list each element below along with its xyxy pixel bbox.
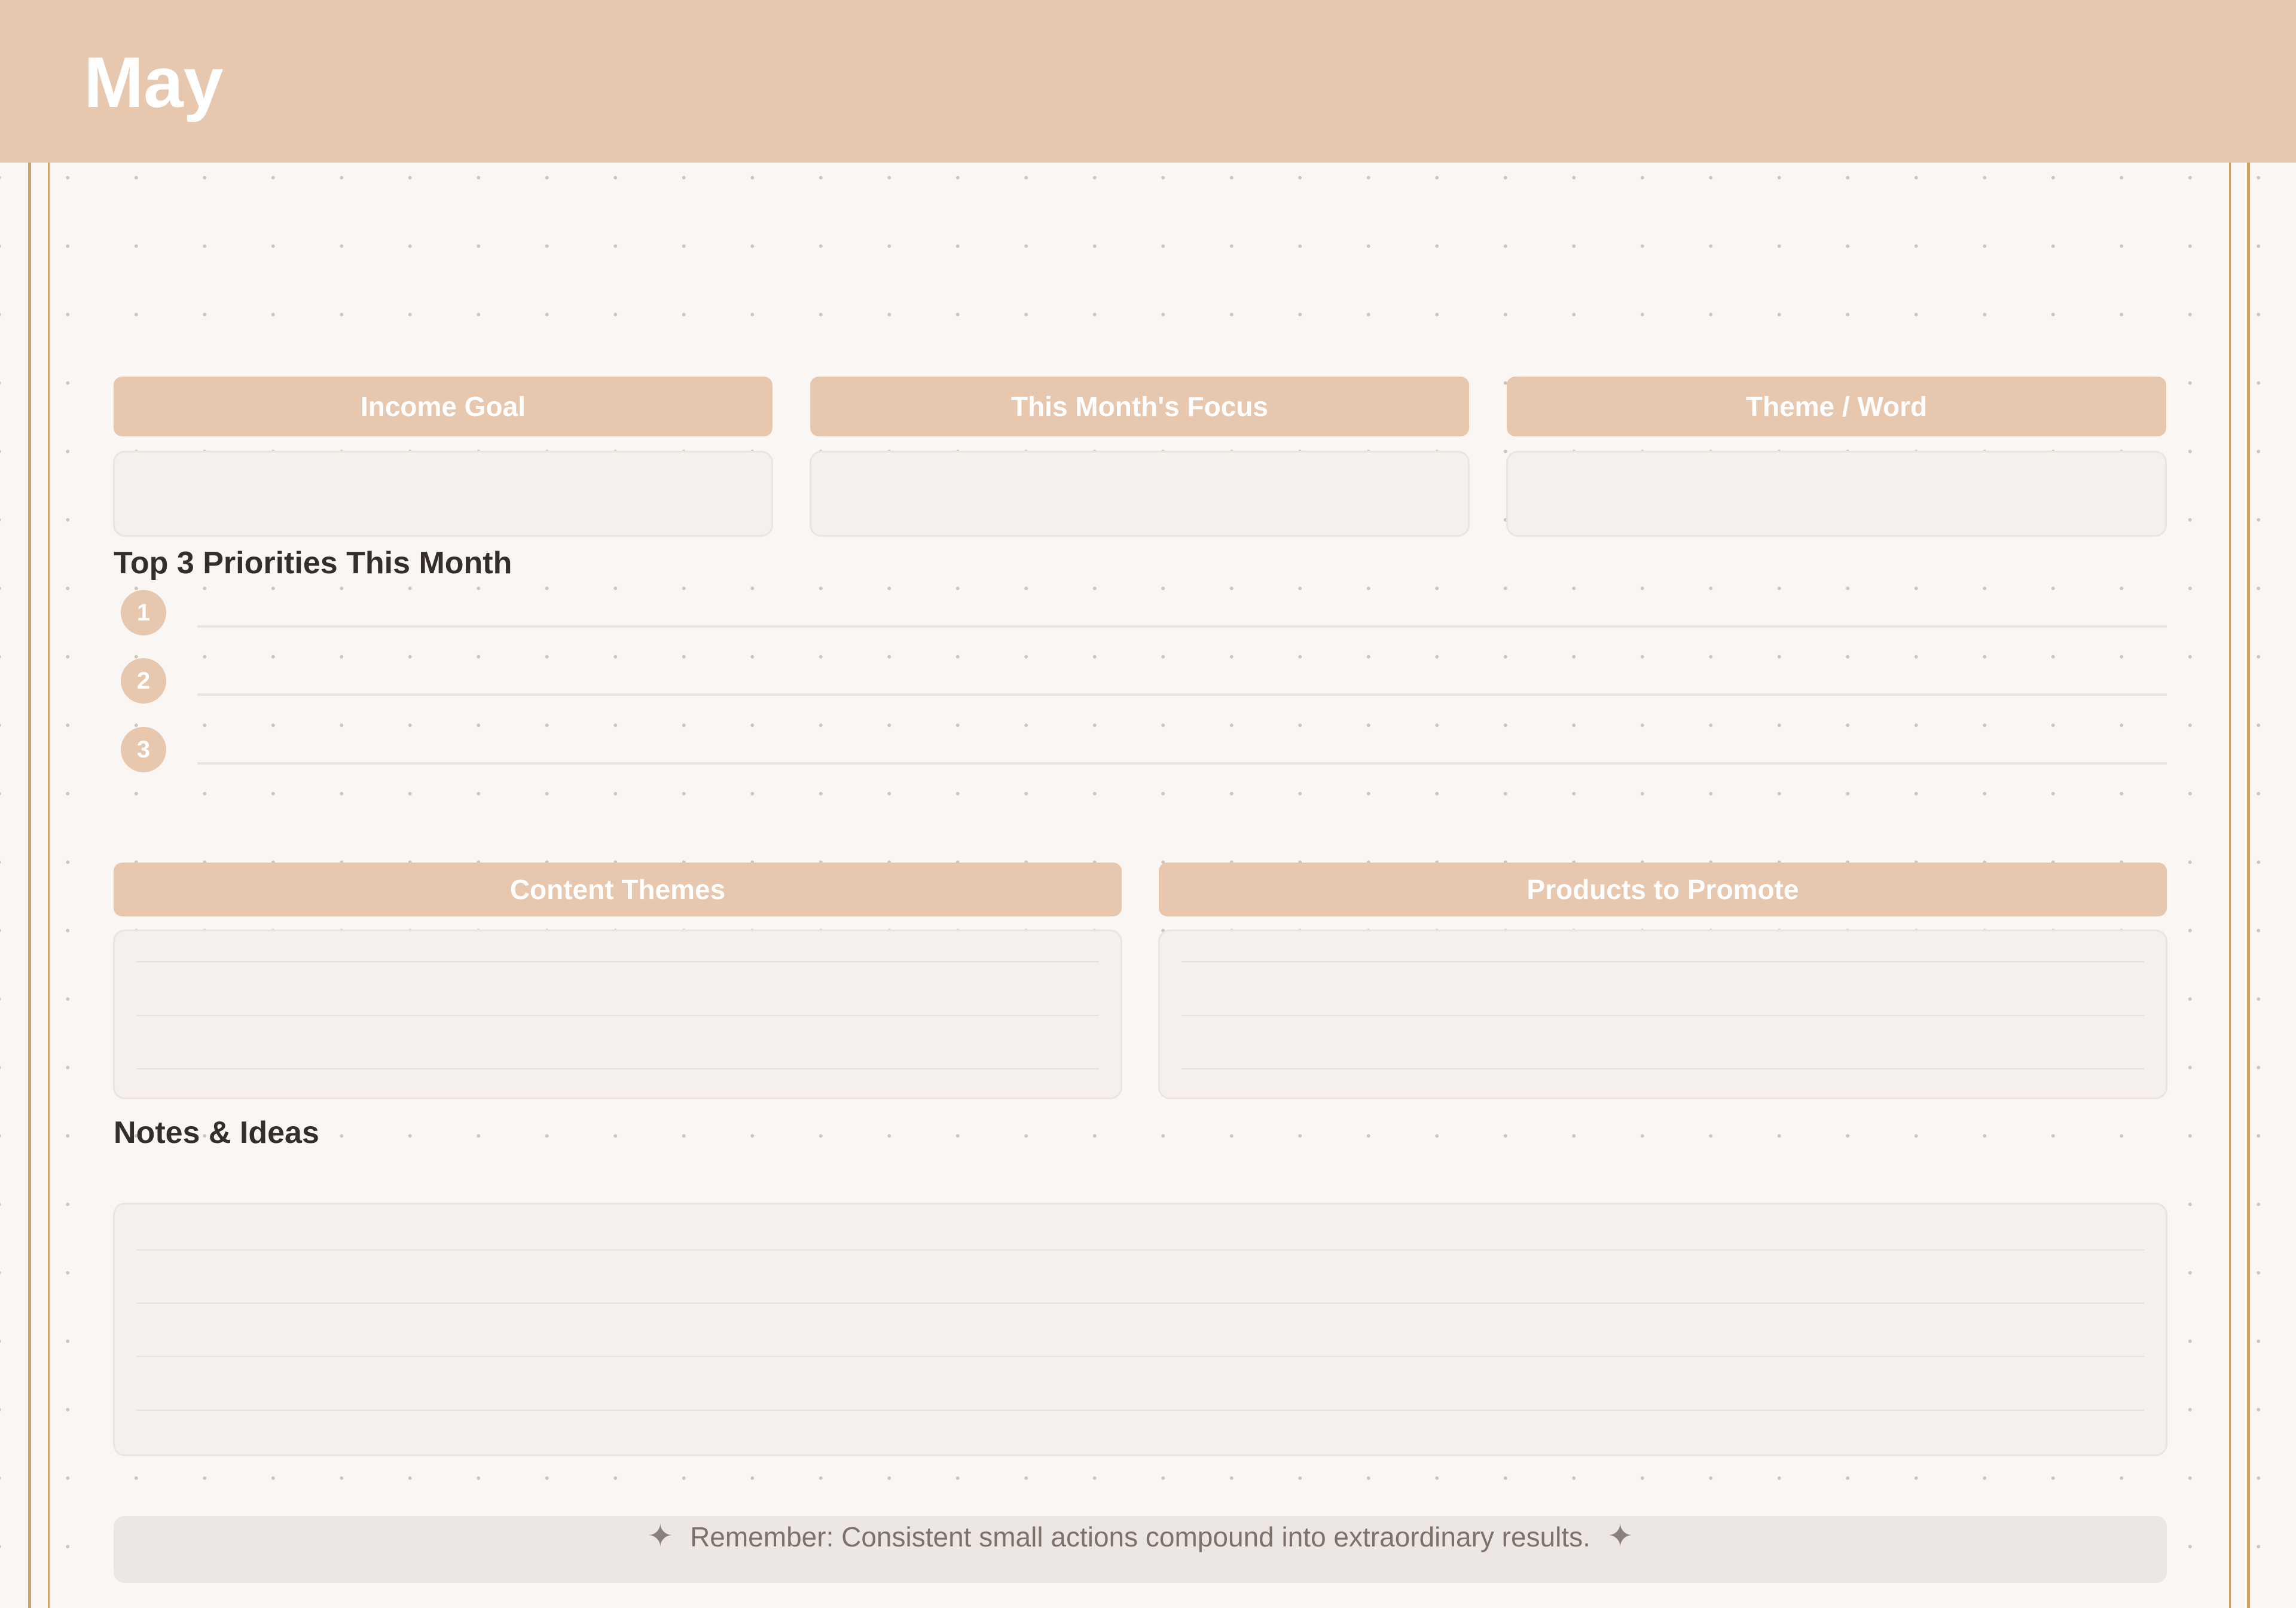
theme-word-header: Theme / Word [1507,377,2166,436]
products-to-promote-header: Products to Promote [1159,863,2167,916]
priority-number-badge: 1 [121,590,166,635]
page-border-right-inner [2229,163,2231,1608]
priority-number-badge: 2 [121,658,166,704]
notes-title: Notes & Ideas [114,1115,319,1150]
priority-line-1[interactable] [197,625,2167,628]
priority-number-badge: 3 [121,727,166,772]
priorities-title: Top 3 Priorities This Month [114,546,512,580]
priority-line-3[interactable] [197,762,2167,765]
content-themes-field[interactable] [113,930,1122,1099]
writing-rule [136,1249,2144,1251]
sparkle-icon: ✦ [1607,1518,1634,1554]
writing-rule [1181,1015,2144,1016]
quote-text: Remember: Consistent small actions compo… [690,1521,1590,1552]
page-border-right-outer [2247,163,2250,1608]
theme-word-field[interactable] [1506,451,2167,537]
content-themes-header: Content Themes [114,863,1122,916]
writing-rule [136,1303,2144,1304]
notes-field[interactable] [113,1203,2167,1456]
motivational-quote-bar: ✦ Remember: Consistent small actions com… [114,1516,2167,1583]
writing-rule [136,961,1099,962]
income-goal-header: Income Goal [114,377,773,436]
month-title: May [84,42,224,123]
priority-line-2[interactable] [197,693,2167,696]
income-goal-field[interactable] [113,451,773,537]
page-border-left-inner [48,163,50,1608]
planner-page: May Income Goal This Month's Focus Theme… [0,0,2296,1608]
products-to-promote-field[interactable] [1158,930,2167,1099]
page-border-left-outer [28,163,31,1608]
writing-rule [136,1410,2144,1411]
monthly-focus-field[interactable] [810,451,1470,537]
writing-rule [136,1356,2144,1357]
writing-rule [1181,1068,2144,1069]
writing-rule [136,1068,1099,1069]
writing-rule [136,1015,1099,1016]
monthly-focus-header: This Month's Focus [810,377,1469,436]
month-header: May [0,0,2296,163]
sparkle-icon: ✦ [647,1518,674,1554]
writing-rule [1181,961,2144,962]
